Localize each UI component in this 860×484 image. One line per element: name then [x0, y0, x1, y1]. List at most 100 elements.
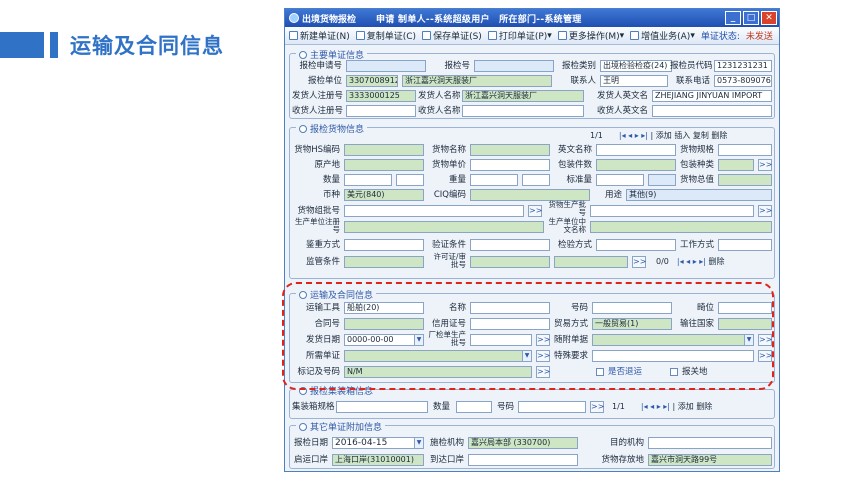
license-label: 许可证/审批号 — [433, 252, 466, 269]
weight-unit-field[interactable] — [522, 174, 550, 186]
sender-name-field[interactable]: 浙江嘉兴洞天服装厂 — [462, 90, 584, 102]
batch-field[interactable] — [344, 205, 524, 217]
apply-no-field[interactable] — [346, 60, 426, 72]
verify-field[interactable] — [470, 239, 550, 251]
weight-field[interactable] — [470, 174, 518, 186]
goods-add-button[interactable]: 添加 — [656, 131, 672, 140]
arrive-field[interactable] — [468, 454, 578, 466]
hs-field[interactable] — [344, 144, 424, 156]
insp-date-field[interactable]: 2016-04-15 ▼ — [332, 437, 424, 449]
cart-icon — [630, 31, 640, 40]
window-title: 出境货物报检 — [302, 14, 357, 25]
new-doc-button[interactable]: 新建单证(N) — [289, 29, 350, 42]
container-delete-button[interactable]: 删除 — [696, 402, 712, 411]
agent-code-field[interactable]: 1231231231 — [714, 60, 772, 72]
std-qty-unit-field[interactable] — [648, 174, 676, 186]
container-more-button[interactable]: >> — [590, 401, 604, 413]
std-qty-field[interactable] — [596, 174, 644, 186]
goods-insert-button[interactable]: 插入 — [674, 131, 690, 140]
chevron-down-icon[interactable]: ▼ — [414, 438, 423, 448]
copy-doc-button[interactable]: 复制单证(C) — [355, 29, 416, 42]
goods-delete-button[interactable]: 删除 — [711, 131, 727, 140]
batch-more-button[interactable]: >> — [528, 205, 542, 217]
receiver-en-field[interactable] — [652, 105, 772, 117]
batch-prod-more-button[interactable]: >> — [758, 205, 772, 217]
prod-reg-label: 生产单位注册号 — [295, 217, 340, 234]
contact-field[interactable]: 王明 — [600, 75, 668, 87]
port-field[interactable]: 上海口岸(31010001) — [332, 454, 424, 466]
pack-type-field[interactable] — [718, 159, 754, 171]
currency-field[interactable]: 美元(840) — [344, 189, 424, 201]
extra-header[interactable]: 其它单证附加信息 — [296, 420, 386, 433]
prod-reg-field[interactable] — [344, 221, 544, 233]
contact-label: 联系人 — [570, 76, 596, 86]
origin-field[interactable] — [344, 159, 424, 171]
container-add-button[interactable]: 添加 — [678, 402, 694, 411]
goods-header[interactable]: 报检货物信息 — [296, 122, 368, 135]
goods-copy-button[interactable]: 复制 — [693, 131, 709, 140]
storage-field[interactable]: 嘉兴市洞天路99号 — [648, 454, 772, 466]
unit-price-field[interactable] — [470, 159, 550, 171]
license-field[interactable] — [470, 256, 550, 268]
pack-count-field[interactable] — [596, 159, 676, 171]
first-page-icon[interactable]: |◂ — [619, 131, 626, 140]
last-page-icon[interactable]: ▸| — [663, 402, 670, 411]
license-extra-field[interactable] — [554, 256, 628, 268]
craft-field[interactable] — [718, 239, 772, 251]
container-no-field[interactable] — [518, 401, 586, 413]
craft-label: 工作方式 — [679, 240, 714, 250]
receiver-reg-field[interactable] — [346, 105, 416, 117]
license-delete-button[interactable]: 删除 — [709, 257, 725, 266]
print-doc-button[interactable]: 打印单证(P) ▾ — [487, 29, 552, 42]
appraise-field[interactable] — [344, 239, 424, 251]
spec-field[interactable] — [718, 144, 772, 156]
qty-field[interactable] — [344, 174, 392, 186]
unit-name-field[interactable]: 浙江嘉兴洞天服装厂 — [402, 75, 552, 87]
prev-page-icon[interactable]: ◂ — [628, 131, 632, 140]
org-label: 施检机构 — [429, 438, 464, 448]
more-ops-button[interactable]: 更多操作(M) ▾ — [557, 29, 624, 42]
total-field[interactable] — [718, 174, 772, 186]
appraise-label: 鉴重方式 — [305, 240, 340, 250]
supervise-field[interactable] — [344, 256, 424, 268]
next-page-icon[interactable]: ▸ — [693, 257, 697, 266]
insp-no-field[interactable] — [474, 60, 554, 72]
qty-unit-field[interactable] — [396, 174, 424, 186]
phone-field[interactable]: 0573-80907698 — [714, 75, 772, 87]
last-page-icon[interactable]: ▸| — [699, 257, 706, 266]
value-added-button[interactable]: 增值业务(A) ▾ — [630, 29, 695, 42]
license-more-button[interactable]: >> — [632, 256, 646, 268]
next-page-icon[interactable]: ▸ — [657, 402, 661, 411]
insp-type-field[interactable]: 出境检验检疫(24) — [600, 60, 672, 72]
sender-reg-field[interactable]: 3333000125 — [346, 90, 416, 102]
last-page-icon[interactable]: ▸| — [641, 131, 648, 140]
close-button[interactable]: ✕ — [761, 11, 777, 25]
dest-org-field[interactable] — [648, 437, 772, 449]
sender-en-field[interactable]: ZHEJIANG JINYUAN IMPORT — [652, 90, 772, 102]
container-spec-field[interactable] — [336, 401, 428, 413]
org-field[interactable]: 嘉兴局本部 (330700) — [468, 437, 578, 449]
insp-method-field[interactable] — [596, 239, 676, 251]
prev-page-icon[interactable]: ◂ — [650, 402, 654, 411]
en-name-field[interactable] — [596, 144, 676, 156]
pack-type-more-button[interactable]: >> — [758, 159, 772, 171]
first-page-icon[interactable]: |◂ — [641, 402, 648, 411]
container-qty-field[interactable] — [456, 401, 492, 413]
receiver-name-field[interactable] — [462, 105, 584, 117]
title-bar[interactable]: 出境货物报检 申请 制单人--系统超级用户 所在部门--系统管理 _ □ ✕ — [285, 9, 779, 27]
next-page-icon[interactable]: ▸ — [635, 131, 639, 140]
unit-code-field[interactable]: 3307008912 — [346, 75, 398, 87]
use-field[interactable]: 其他(9) — [626, 189, 772, 201]
collapse-icon — [299, 422, 307, 431]
sender-en-label: 发货人英文名 — [596, 91, 648, 101]
batch-prod-field[interactable] — [590, 205, 754, 217]
storage-label: 货物存放地 — [601, 455, 644, 465]
first-page-icon[interactable]: |◂ — [677, 257, 684, 266]
prod-cn-field[interactable] — [590, 221, 772, 233]
minimize-button[interactable]: _ — [725, 11, 741, 25]
prev-page-icon[interactable]: ◂ — [686, 257, 690, 266]
save-doc-button[interactable]: 保存单证(S) — [422, 29, 482, 42]
maximize-button[interactable]: □ — [743, 11, 759, 25]
goods-name-field[interactable] — [470, 144, 550, 156]
sender-name-label: 发货人名称 — [418, 91, 461, 101]
